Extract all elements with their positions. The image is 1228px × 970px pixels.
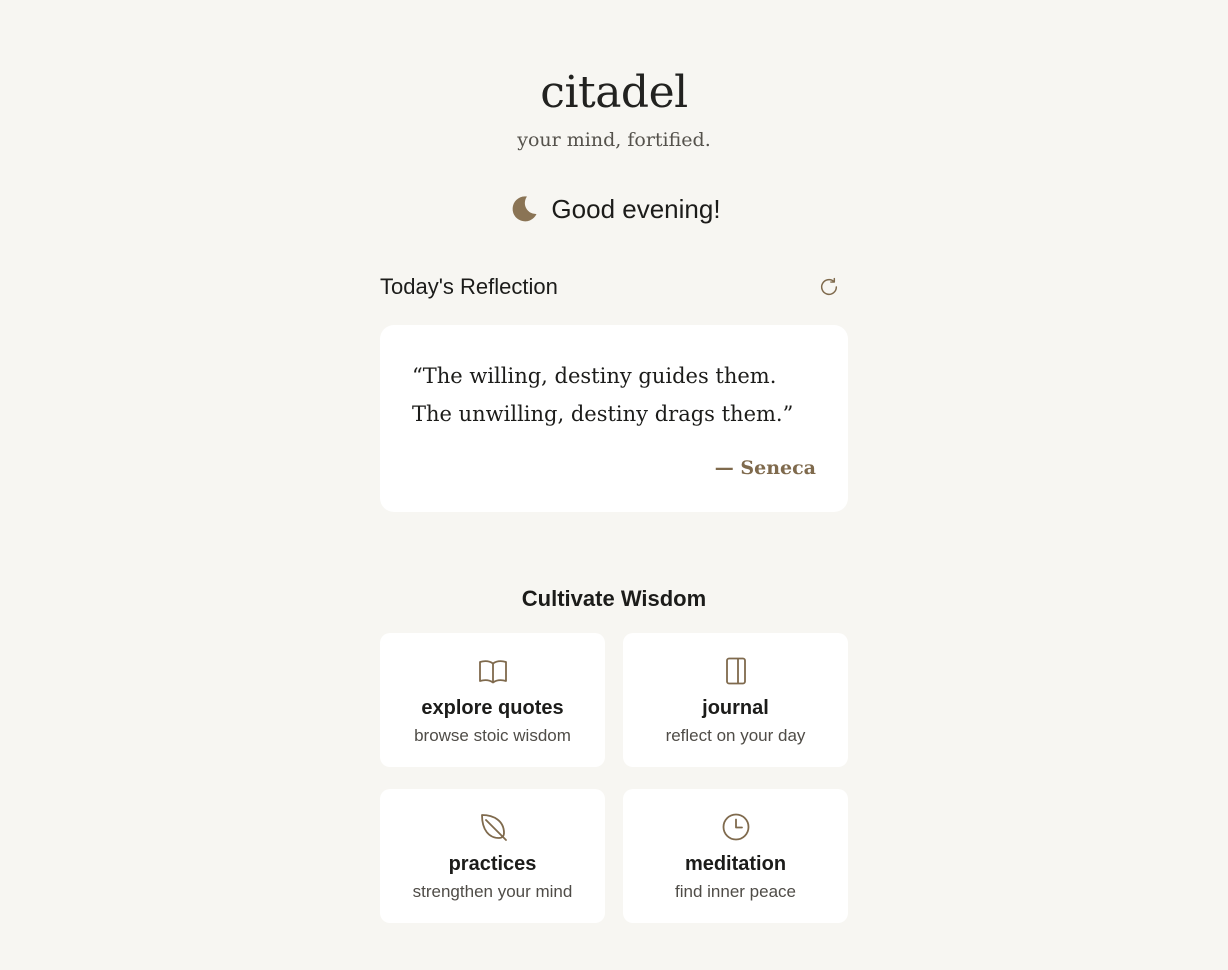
reflection-title: Today's Reflection [380, 274, 558, 299]
tile-subtitle: find inner peace [675, 882, 796, 901]
tile-title: explore quotes [421, 697, 564, 719]
tile-title: meditation [684, 853, 787, 875]
app-tagline: your mind, fortified. [517, 129, 711, 151]
tile-title: practices [448, 853, 537, 875]
journal-icon [725, 657, 746, 685]
leaf-icon [480, 814, 507, 841]
tile-subtitle: browse stoic wisdom [414, 726, 571, 745]
quote-card: “The willing, destiny guides them. The u… [380, 325, 848, 512]
reflection-header: Today's Reflection [380, 270, 848, 304]
app-title: citadel [540, 67, 688, 118]
moon-icon [513, 196, 537, 222]
quote-text: “The willing, destiny guides them. The u… [412, 364, 794, 426]
tile-title: journal [702, 697, 769, 719]
tile-subtitle: reflect on your day [665, 726, 806, 745]
section-title: Cultivate Wisdom [521, 586, 707, 611]
quote-author: — Seneca [714, 457, 816, 479]
tile-subtitle: strengthen your mind [412, 882, 573, 901]
greeting: Good evening! [0, 192, 1228, 226]
clock-icon [722, 813, 749, 841]
book-open-icon [478, 660, 507, 684]
refresh-button[interactable] [814, 272, 844, 302]
practices-card[interactable]: practices strengthen your mind [380, 789, 605, 923]
explore-quotes-card[interactable]: explore quotes browse stoic wisdom [380, 633, 605, 767]
meditation-card[interactable]: meditation find inner peace [623, 789, 848, 923]
refresh-icon [820, 277, 838, 296]
greeting-text: Good evening! [551, 194, 721, 224]
journal-card[interactable]: journal reflect on your day [623, 633, 848, 767]
